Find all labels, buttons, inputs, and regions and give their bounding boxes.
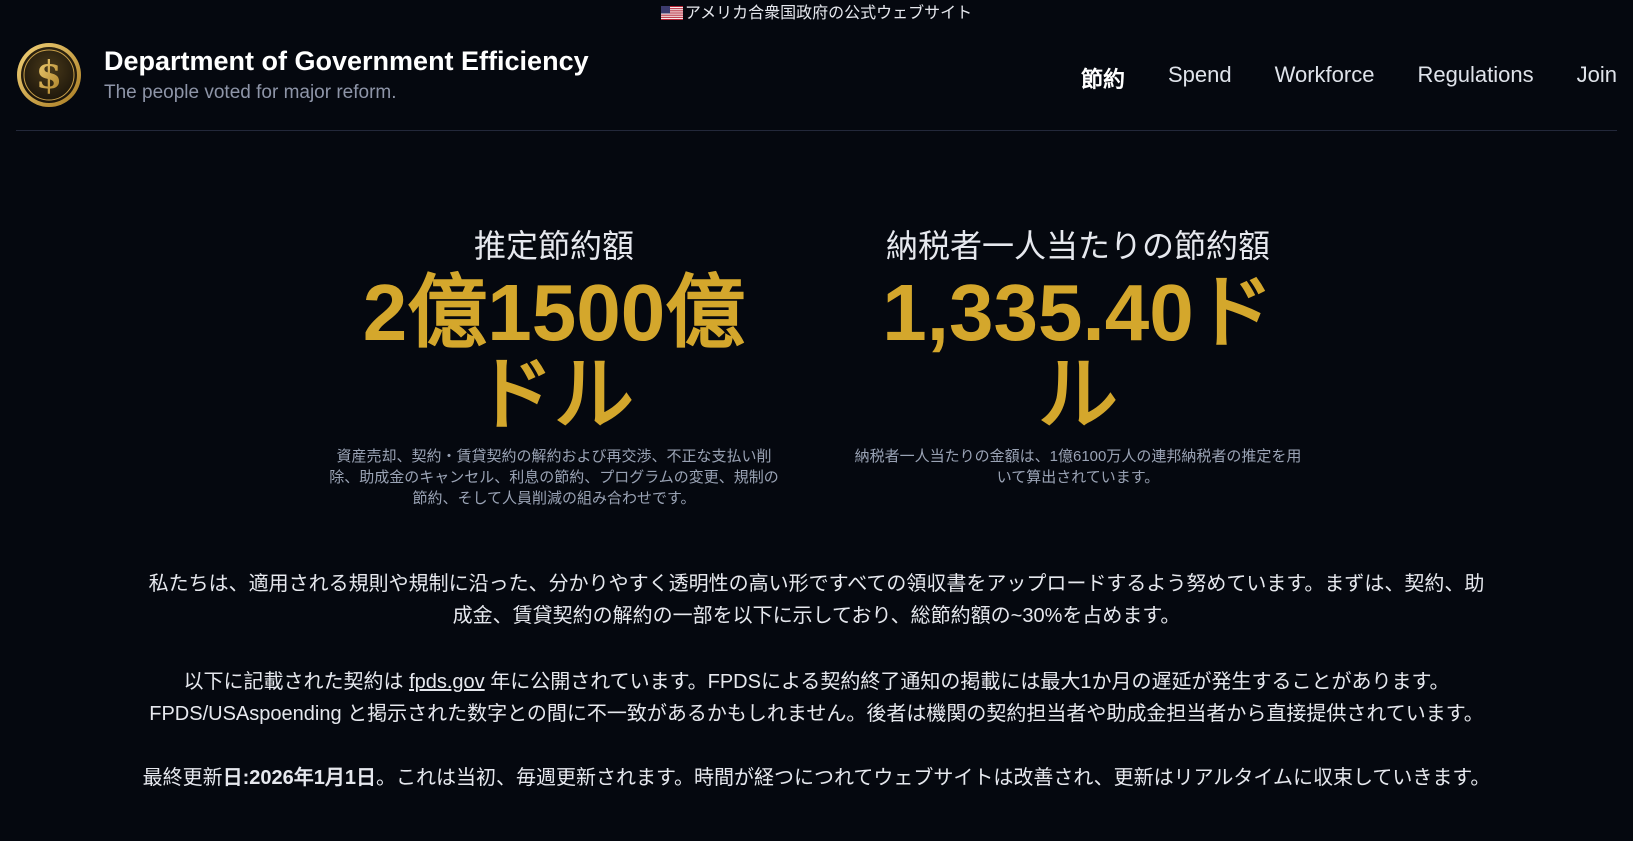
- gov-banner-text: アメリカ合衆国政府の公式ウェブサイト: [684, 5, 973, 22]
- last-updated-paragraph: 最終更新日:2026年1月1日。これは当初、毎週更新されます。時間が経つにつれて…: [140, 762, 1493, 794]
- fpds-link[interactable]: fpds.gov: [409, 671, 485, 693]
- nav-item-savings[interactable]: 節約: [1081, 62, 1125, 94]
- intro-paragraph: 私たちは、適用される規則や規制に沿った、分かりやすく透明性の高い形ですべての領収…: [148, 573, 1485, 627]
- last-updated-date: 日:2026年1月1日: [222, 767, 376, 789]
- estimated-savings-note: 資産売却、契約・賃貸契約の解約および再交渉、不正な支払い削除、助成金のキャンセル…: [329, 448, 779, 507]
- per-taxpayer-value: 1,335.40ドル: [882, 268, 1274, 439]
- dollar-seal-logo-icon[interactable]: $: [16, 42, 82, 108]
- gov-banner: アメリカ合衆国政府の公式ウェブサイト: [0, 4, 1633, 24]
- estimated-savings-label: 推定節約額: [473, 228, 634, 264]
- estimated-savings-stat: 推定節約額 2億1500億ドル 資産売却、契約・賃貸契約の解約および再交渉、不正…: [318, 226, 790, 509]
- us-flag-icon: [660, 6, 683, 20]
- nav-item-workforce[interactable]: Workforce: [1275, 62, 1375, 94]
- contracts-text-before: 以下に記載された契約は: [183, 671, 410, 693]
- per-taxpayer-stat: 納税者一人当たりの節約額 1,335.40ドル 納税者一人当たりの金額は、1億6…: [846, 226, 1310, 488]
- site-title[interactable]: Department of Government Efficiency: [104, 46, 589, 77]
- site-tagline: The people voted for major reform.: [104, 82, 397, 103]
- nav-item-regulations[interactable]: Regulations: [1417, 62, 1533, 94]
- per-taxpayer-note: 納税者一人当たりの金額は、1億6100万人の連邦納税者の推定を用いて算出されてい…: [854, 448, 1302, 486]
- site-header: $ Department of Government Efficiency Th…: [16, 40, 1617, 131]
- last-updated-prefix: 最終更新: [142, 767, 223, 789]
- nav-item-spend[interactable]: Spend: [1168, 62, 1232, 94]
- per-taxpayer-label: 納税者一人当たりの節約額: [885, 228, 1270, 264]
- nav-item-join[interactable]: Join: [1577, 62, 1617, 94]
- estimated-savings-value: 2億1500億ドル: [362, 268, 746, 439]
- main-nav: 節約 Spend Workforce Regulations Join: [1038, 62, 1617, 94]
- last-updated-text: 。これは当初、毎週更新されます。時間が経つにつれてウェブサイトは改善され、更新は…: [376, 767, 1491, 789]
- page: アメリカ合衆国政府の公式ウェブサイト $ Department of Gover…: [0, 0, 1633, 841]
- contracts-paragraph: 以下に記載された契約は fpds.gov 年に公開されています。FPDSによる契…: [140, 666, 1493, 730]
- svg-text:$: $: [36, 52, 62, 97]
